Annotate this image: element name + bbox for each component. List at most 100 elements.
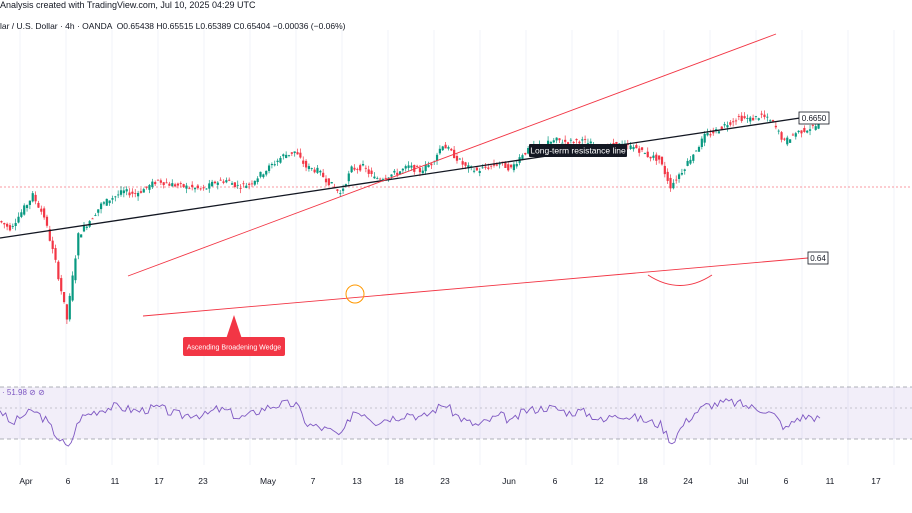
candle-body xyxy=(139,191,143,193)
candle-body xyxy=(814,126,817,130)
candle-body xyxy=(581,139,584,141)
candle-body xyxy=(71,275,74,301)
candle-body xyxy=(299,152,302,158)
candle-body xyxy=(307,166,311,169)
candle-body xyxy=(692,154,695,161)
candle-body xyxy=(461,161,464,165)
x-tick-label: 18 xyxy=(394,476,404,486)
candle-body xyxy=(498,163,501,165)
x-tick-label: 18 xyxy=(638,476,648,486)
candle-body xyxy=(774,125,777,128)
candle-body xyxy=(720,126,723,130)
x-tick-label: 12 xyxy=(594,476,604,486)
candle-body xyxy=(23,205,26,215)
candle-body xyxy=(304,160,308,168)
candle-body xyxy=(225,180,228,183)
candle-body xyxy=(737,116,740,117)
candle-body xyxy=(717,131,721,134)
x-tick-label: Jun xyxy=(502,476,516,486)
candle-body xyxy=(751,117,755,121)
candle-body xyxy=(706,133,709,136)
candle-body xyxy=(791,134,795,136)
candle-body xyxy=(732,121,735,123)
candle-body xyxy=(102,202,106,204)
candle-body xyxy=(629,145,632,149)
price-chart[interactable]: Long-term resistance line Ascending Broa… xyxy=(0,0,912,513)
candle-body xyxy=(381,178,385,180)
wedge-lower-line[interactable] xyxy=(142,257,809,317)
candle-body xyxy=(455,156,459,161)
time-axis[interactable]: Apr 6 11 17 23 May 7 13 18 23 Jun 6 12 18 24 Jul 6 11 17 xyxy=(19,476,881,486)
candle-body xyxy=(490,165,493,167)
candle-body xyxy=(487,167,490,169)
price-label-0665: 0.6650 xyxy=(798,111,830,125)
candle-body xyxy=(700,138,703,147)
candle-body xyxy=(356,169,359,170)
candle-body xyxy=(279,157,282,163)
x-tick-label: May xyxy=(260,476,277,486)
candle-body xyxy=(549,141,553,144)
candle-body xyxy=(481,167,484,169)
candle-body xyxy=(521,155,524,160)
candle-body xyxy=(105,198,108,206)
candle-body xyxy=(3,223,6,225)
candle-body xyxy=(373,176,376,179)
candle-body xyxy=(282,154,285,157)
candle-body xyxy=(20,212,23,217)
candle-body xyxy=(512,164,516,171)
candle-body xyxy=(216,182,219,185)
candle-body xyxy=(245,185,248,188)
candle-body xyxy=(193,187,197,190)
candle-body xyxy=(677,174,681,179)
support-touch-circle xyxy=(345,284,365,304)
candle-body xyxy=(28,200,31,205)
candle-body xyxy=(396,172,399,175)
candle-body xyxy=(91,218,94,220)
attribution-text: Analysis created with TradingView.com, J… xyxy=(0,0,256,10)
candle-body xyxy=(233,182,236,187)
candle-body xyxy=(769,120,772,122)
candle-body xyxy=(555,137,558,141)
ohlc-high: H0.65515 xyxy=(156,21,194,31)
candle-body xyxy=(154,182,157,185)
candle-body xyxy=(228,179,231,181)
candle-body xyxy=(111,198,114,200)
candle-body xyxy=(17,216,20,223)
candle-body xyxy=(60,278,63,292)
candle-body xyxy=(754,116,758,117)
x-tick-label: 11 xyxy=(826,476,835,486)
x-tick-label: 11 xyxy=(111,476,120,486)
candle-body xyxy=(222,181,225,183)
x-tick-label: 13 xyxy=(352,476,362,486)
candle-body xyxy=(148,185,151,190)
candle-body xyxy=(290,152,293,154)
svg-text:0.64: 0.64 xyxy=(810,254,826,263)
candle-body xyxy=(119,190,123,195)
candle-body xyxy=(675,179,678,181)
symbol-name: lar / U.S. Dollar · 4h · OANDA xyxy=(0,21,112,31)
candle-body xyxy=(578,141,581,144)
candle-body xyxy=(262,174,265,178)
candle-body xyxy=(410,165,413,168)
candle-body xyxy=(94,215,97,216)
candle-body xyxy=(370,170,373,175)
candle-body xyxy=(524,152,527,155)
candle-body xyxy=(285,154,288,158)
candle-body xyxy=(134,193,137,194)
candle-body xyxy=(14,222,17,226)
candle-body xyxy=(558,138,561,141)
wedge-upper-line[interactable] xyxy=(127,33,777,277)
candle-body xyxy=(108,200,111,204)
candle-body xyxy=(359,165,362,171)
candle-body xyxy=(80,234,83,238)
candle-body xyxy=(672,182,675,189)
candle-body xyxy=(0,221,3,223)
candle-body xyxy=(68,295,71,320)
candle-body xyxy=(726,125,729,128)
candle-body xyxy=(151,181,154,188)
symbol-info: lar / U.S. Dollar · 4h · OANDA O0.65438 … xyxy=(0,21,346,31)
candle-body xyxy=(171,183,174,187)
candle-body xyxy=(367,169,370,174)
candle-body xyxy=(441,146,444,151)
candle-body xyxy=(114,196,117,198)
